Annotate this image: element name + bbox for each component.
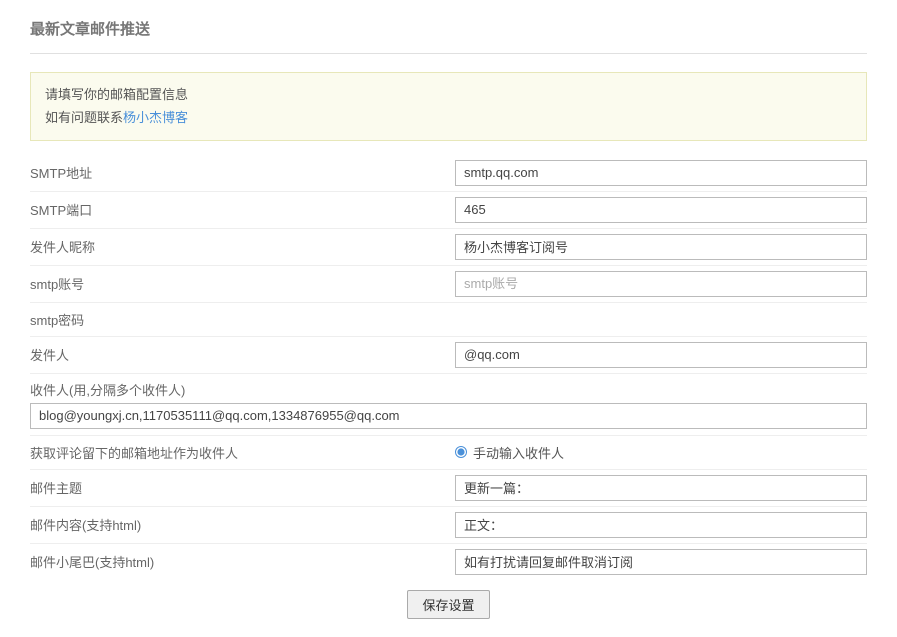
page-title: 最新文章邮件推送	[30, 18, 867, 54]
row-sender-nick: 发件人昵称	[30, 229, 867, 266]
row-smtp-user: smtp账号	[30, 266, 867, 303]
save-button[interactable]: 保存设置	[407, 590, 489, 619]
notice-box: 请填写你的邮箱配置信息 如有问题联系杨小杰博客	[30, 72, 867, 141]
row-footer: 邮件小尾巴(支持html)	[30, 544, 867, 580]
label-fetch-comment: 获取评论留下的邮箱地址作为收件人	[30, 441, 455, 464]
submit-row: 保存设置	[30, 580, 867, 619]
label-content: 邮件内容(支持html)	[30, 513, 455, 536]
input-sender-nick[interactable]	[455, 234, 867, 260]
row-sender: 发件人	[30, 337, 867, 373]
notice-link[interactable]: 杨小杰博客	[123, 110, 188, 125]
radio-manual-recipients[interactable]: 手动输入收件人	[455, 443, 867, 462]
label-subject: 邮件主题	[30, 476, 455, 499]
row-smtp-port: SMTP端口	[30, 192, 867, 229]
input-sender[interactable]	[455, 342, 867, 368]
radio-manual-input[interactable]	[455, 446, 467, 458]
notice-line2: 如有问题联系杨小杰博客	[45, 106, 852, 129]
input-subject[interactable]	[455, 475, 867, 501]
input-smtp-user[interactable]	[455, 271, 867, 297]
label-recipients: 收件人(用,分隔多个收件人)	[30, 373, 867, 403]
row-subject: 邮件主题	[30, 470, 867, 507]
label-sender-nick: 发件人昵称	[30, 235, 455, 258]
row-smtp-addr: SMTP地址	[30, 155, 867, 192]
label-smtp-port: SMTP端口	[30, 198, 455, 221]
row-content: 邮件内容(支持html)	[30, 507, 867, 544]
notice-line1: 请填写你的邮箱配置信息	[45, 83, 852, 106]
input-recipients[interactable]	[30, 403, 867, 429]
input-content[interactable]	[455, 512, 867, 538]
input-footer[interactable]	[455, 549, 867, 575]
row-fetch-comment: 获取评论留下的邮箱地址作为收件人 手动输入收件人	[30, 436, 867, 470]
label-smtp-addr: SMTP地址	[30, 161, 455, 184]
input-smtp-port[interactable]	[455, 197, 867, 223]
label-sender: 发件人	[30, 343, 455, 366]
label-footer: 邮件小尾巴(支持html)	[30, 550, 455, 573]
row-smtp-pass: smtp密码	[30, 303, 867, 337]
row-recipients	[30, 403, 867, 436]
label-smtp-user: smtp账号	[30, 272, 455, 295]
input-smtp-addr[interactable]	[455, 160, 867, 186]
label-smtp-pass: smtp密码	[30, 308, 455, 331]
